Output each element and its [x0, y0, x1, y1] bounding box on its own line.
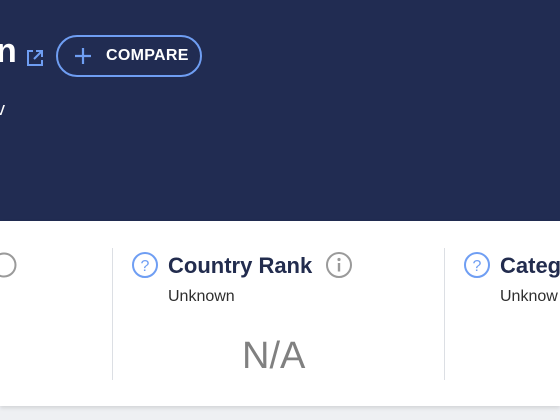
compare-button[interactable]: COMPARE — [56, 35, 202, 77]
country-rank-title: Country Rank — [168, 253, 313, 278]
svg-text:?: ? — [473, 258, 482, 275]
external-link-icon[interactable] — [25, 48, 45, 68]
site-title: n — [0, 32, 17, 70]
country-rank-status: Unknown — [168, 288, 235, 305]
compare-button-label: COMPARE — [106, 47, 189, 64]
info-icon[interactable] — [0, 251, 18, 279]
card-divider — [112, 248, 113, 380]
help-icon[interactable]: ? — [463, 251, 491, 279]
help-icon[interactable]: ? — [131, 251, 159, 279]
country-rank-value: N/A — [242, 335, 306, 377]
metrics-panel: ? Country Rank Unknown N/A ? Categ Unkno… — [0, 221, 560, 406]
card-divider — [444, 248, 445, 380]
site-subtitle: v — [0, 99, 5, 119]
category-rank-title: Categ — [500, 253, 560, 278]
info-icon[interactable] — [325, 251, 353, 279]
site-header: n COMPARE v — [0, 0, 560, 221]
category-rank-status: Unknow — [500, 288, 558, 305]
svg-text:?: ? — [141, 258, 150, 275]
plus-icon — [75, 48, 91, 64]
